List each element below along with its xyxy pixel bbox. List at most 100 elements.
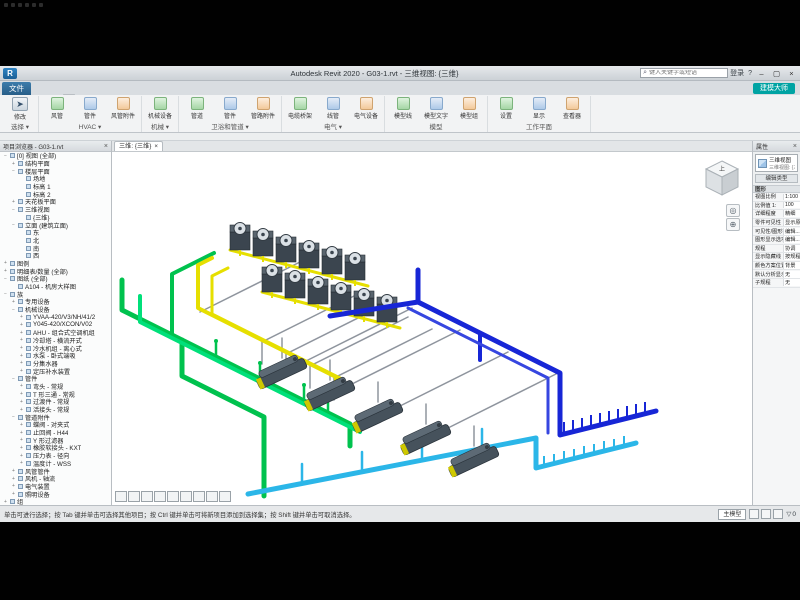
ribbon-button[interactable]: 风管附件 xyxy=(108,97,138,120)
close-icon[interactable]: × xyxy=(791,143,797,150)
expand-icon[interactable]: − xyxy=(11,414,16,420)
shadows-icon[interactable] xyxy=(167,491,179,502)
reveal-hidden-icon[interactable] xyxy=(219,491,231,502)
颜色方案位置[interactable]: 颜色方案位置 背景 xyxy=(753,262,800,271)
ribbon-button[interactable]: 机械设备 xyxy=(145,97,175,120)
signin-button[interactable]: 登录 xyxy=(730,68,744,78)
规程[interactable]: 规程 协调 xyxy=(753,245,800,254)
expand-icon[interactable]: − xyxy=(11,307,16,313)
expand-icon[interactable]: − xyxy=(11,222,16,228)
expand-icon[interactable]: − xyxy=(11,376,16,382)
tree-item[interactable]: − 楼层平面 xyxy=(0,167,111,175)
ribbon-button[interactable]: 管件 xyxy=(215,97,245,120)
expand-icon[interactable]: + xyxy=(3,499,8,505)
视图比例[interactable]: 视图比例 1:100 xyxy=(753,193,800,202)
selection-filter[interactable]: ▽ 0 xyxy=(786,510,796,518)
expand-icon[interactable]: − xyxy=(11,168,16,174)
sun-path-icon[interactable] xyxy=(154,491,166,502)
expand-icon[interactable]: + xyxy=(19,445,24,451)
零件可见性[interactable]: 零件可见性 显示原状态 xyxy=(753,219,800,228)
command-search[interactable]: ⌕ xyxy=(640,68,728,78)
tree-item[interactable]: 东 xyxy=(0,229,111,237)
graphics-category[interactable]: 图形 xyxy=(753,185,800,193)
ribbon-button[interactable]: 管件 xyxy=(75,97,105,120)
expand-icon[interactable]: − xyxy=(3,153,8,159)
expand-icon[interactable]: + xyxy=(19,407,24,413)
expand-icon[interactable]: + xyxy=(19,353,24,359)
project-browser-header[interactable]: 项目浏览器 - G03-1.rvt × xyxy=(0,141,111,152)
editable-only-icon[interactable] xyxy=(761,509,771,519)
expand-icon[interactable]: + xyxy=(19,422,24,428)
expand-icon[interactable]: + xyxy=(19,322,24,328)
view-tab[interactable]: 三维: {三维} × xyxy=(114,141,163,151)
ribbon-button[interactable]: 模型线 xyxy=(388,97,418,120)
ribbon-button[interactable]: 模型组 xyxy=(454,97,484,120)
expand-icon[interactable]: + xyxy=(19,330,24,336)
ribbon-button[interactable]: 设置 xyxy=(491,97,521,120)
expand-icon[interactable]: − xyxy=(3,291,8,297)
expand-icon[interactable]: + xyxy=(3,260,8,266)
visual-style-icon[interactable] xyxy=(141,491,153,502)
expand-icon[interactable]: + xyxy=(11,491,16,497)
workset-status-icon[interactable] xyxy=(749,509,759,519)
ribbon-button[interactable]: 管路附件 xyxy=(248,97,278,120)
tree-item[interactable]: 北 xyxy=(0,237,111,245)
tree-item[interactable]: 标高 1 xyxy=(0,183,111,191)
expand-icon[interactable]: + xyxy=(11,161,16,167)
close-icon[interactable]: × xyxy=(102,143,108,150)
tree-item[interactable]: + 组 xyxy=(0,498,111,505)
expand-icon[interactable]: + xyxy=(19,314,24,320)
model-canvas[interactable]: 上 ◎ ⊕ xyxy=(112,152,752,505)
steering-wheel-icon[interactable]: ◎ xyxy=(726,204,740,217)
panel-label[interactable]: 卫浴和管道 ▾ xyxy=(182,123,278,132)
tree-item[interactable]: − 三维视图 xyxy=(0,206,111,214)
详细程度[interactable]: 详细程度 精细 xyxy=(753,210,800,219)
ribbon-button[interactable]: 管道 xyxy=(182,97,212,120)
panel-label[interactable]: 机械 ▾ xyxy=(145,123,175,132)
expand-icon[interactable]: + xyxy=(11,476,16,482)
cyan-piping[interactable] xyxy=(248,429,636,494)
tree-item[interactable]: − 机械设备 xyxy=(0,306,111,314)
expand-icon[interactable]: + xyxy=(19,383,24,389)
show-crop-icon[interactable] xyxy=(193,491,205,502)
expand-icon[interactable]: + xyxy=(11,199,16,205)
crop-view-icon[interactable] xyxy=(180,491,192,502)
detail-level-icon[interactable] xyxy=(128,491,140,502)
expand-icon[interactable]: + xyxy=(19,337,24,343)
properties-header[interactable]: 属性 × xyxy=(753,141,800,152)
ribbon-button[interactable]: 显示 xyxy=(524,97,554,120)
panel-label[interactable]: 选择 ▾ xyxy=(5,123,35,132)
expand-icon[interactable]: + xyxy=(19,430,24,436)
ribbon-button[interactable]: 电气设备 xyxy=(351,97,381,120)
expand-icon[interactable]: + xyxy=(19,368,24,374)
edit-type-button[interactable]: 编辑类型 xyxy=(755,174,798,183)
ribbon-button[interactable]: 查看器 xyxy=(557,97,587,120)
tree-item[interactable]: + 电气装置 xyxy=(0,483,111,491)
默认分析显示样式[interactable]: 默认分析显示样式 无 xyxy=(753,270,800,279)
panel-label[interactable]: 模型 xyxy=(388,123,484,132)
expand-icon[interactable]: + xyxy=(19,399,24,405)
zoom-icon[interactable]: ⊕ xyxy=(726,218,740,231)
help-icon[interactable]: ? xyxy=(748,70,752,77)
revit-logo-icon[interactable]: R xyxy=(3,68,17,79)
tree-item[interactable]: − 族 xyxy=(0,290,111,298)
minimize-button[interactable]: – xyxy=(756,69,767,78)
可见性/图形替换[interactable]: 可见性/图形替换 编辑... xyxy=(753,227,800,236)
图形显示选项[interactable]: 图形显示选项 编辑... xyxy=(753,236,800,245)
tree-item[interactable]: + 风机 - 轴流 xyxy=(0,475,111,483)
ribbon-button[interactable]: 线管 xyxy=(318,97,348,120)
expand-icon[interactable]: + xyxy=(3,268,8,274)
expand-icon[interactable]: + xyxy=(19,391,24,397)
design-option-select[interactable]: 主模型 xyxy=(718,509,746,520)
tree-item[interactable]: + 定压补水装置 xyxy=(0,367,111,375)
panel-label[interactable]: 工作平面 xyxy=(491,123,587,132)
tree-item[interactable]: 场地 xyxy=(0,175,111,183)
expand-icon[interactable]: + xyxy=(11,468,16,474)
子规程[interactable]: 子规程 无 xyxy=(753,279,800,288)
close-button[interactable]: × xyxy=(786,69,797,78)
viewcube[interactable]: 上 xyxy=(702,158,742,198)
type-selector[interactable]: 三维视图 三维视图: {三维} xyxy=(755,154,798,172)
view-scale[interactable] xyxy=(115,491,127,502)
cooling-towers[interactable] xyxy=(230,223,397,329)
tree-item[interactable]: + 结构平面 xyxy=(0,160,111,168)
